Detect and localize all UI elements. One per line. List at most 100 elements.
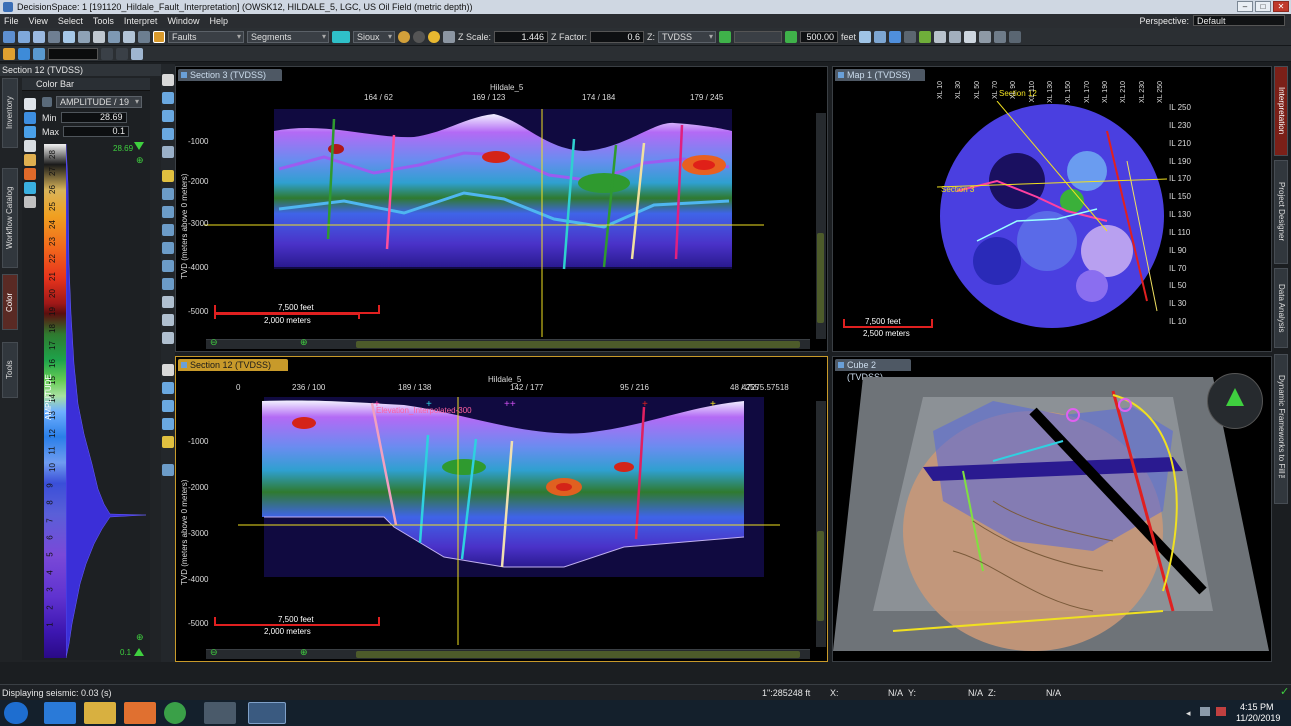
menu-file[interactable]: File — [4, 16, 19, 26]
paste-icon[interactable] — [949, 30, 962, 43]
section12-viewport[interactable]: Section 12 (TVDSS) Hildale_5 0 236 / 100… — [175, 356, 828, 662]
list-icon[interactable] — [138, 30, 150, 43]
camera-icon[interactable] — [108, 30, 120, 43]
flag-icon[interactable] — [904, 30, 917, 43]
pick-tool-2-icon[interactable] — [162, 436, 174, 448]
step-slider[interactable] — [734, 30, 783, 43]
layout-save-icon[interactable] — [994, 30, 1007, 43]
minimize-button[interactable]: – — [1237, 1, 1253, 12]
bars-icon[interactable] — [131, 47, 143, 60]
zoom-out-icon[interactable]: ⊖ — [210, 337, 218, 348]
faults-dropdown[interactable]: Faults — [168, 30, 244, 43]
perspective-select[interactable]: Default — [1193, 15, 1285, 26]
z-scale-field[interactable]: 1.446 — [494, 30, 549, 43]
stack-tool-icon[interactable] — [162, 296, 174, 308]
section3-viewport[interactable]: Section 3 (TVDSS) Hildale_5 164 / 62 169… — [175, 66, 828, 352]
tab-tools[interactable]: Tools — [2, 342, 18, 398]
menu-view[interactable]: View — [29, 16, 48, 26]
color-dropdown[interactable]: Sioux — [353, 30, 395, 43]
z-domain-dropdown[interactable]: TVDSS — [658, 30, 717, 43]
tab-map1[interactable]: Map 1 (TVDSS) — [835, 69, 925, 81]
grid-icon[interactable] — [93, 30, 105, 43]
chrome-icon[interactable] — [164, 702, 186, 724]
close-button[interactable]: ✕ — [1273, 1, 1289, 12]
section12-scrollbar[interactable] — [206, 649, 810, 659]
sun-icon[interactable] — [428, 30, 440, 43]
menu-interpret[interactable]: Interpret — [124, 16, 158, 26]
speaker-icon[interactable] — [1200, 707, 1210, 716]
snap-tool-icon[interactable] — [162, 242, 174, 254]
zoom-tool-icon[interactable] — [162, 110, 174, 122]
mail-icon[interactable] — [123, 30, 135, 43]
move-icon[interactable] — [24, 182, 36, 194]
open-icon[interactable] — [18, 30, 30, 43]
step-field[interactable]: 500.00 — [800, 30, 839, 43]
tab-dynamic-frameworks[interactable]: Dynamic Frameworks to Fill™ — [1274, 354, 1288, 504]
print-icon[interactable] — [48, 30, 60, 43]
fault-pick-icon[interactable] — [153, 30, 165, 43]
undo-icon[interactable] — [398, 30, 410, 43]
start-button-icon[interactable] — [4, 702, 28, 724]
menu-window[interactable]: Window — [167, 16, 199, 26]
clock-icon[interactable] — [24, 126, 36, 138]
bookmark-icon[interactable] — [889, 30, 902, 43]
settings-icon[interactable] — [3, 47, 15, 60]
scrollbar-thumb[interactable] — [356, 341, 800, 348]
fill-icon[interactable] — [24, 168, 36, 180]
network-icon[interactable] — [1216, 707, 1226, 716]
pan-tool-icon[interactable] — [162, 128, 174, 140]
select-tool-2-icon[interactable] — [162, 364, 174, 376]
window-icon[interactable] — [63, 30, 75, 43]
link-tool-icon[interactable] — [162, 278, 174, 290]
tool-icon[interactable] — [204, 702, 236, 724]
window-cascade-icon[interactable] — [979, 30, 992, 43]
tab-section3[interactable]: Section 3 (TVDSS) — [178, 69, 282, 81]
maximize-button[interactable]: □ — [1255, 1, 1271, 12]
step-back-icon[interactable] — [719, 30, 732, 43]
cube2-viewport[interactable]: Cube 2 (TVDSS) — [832, 356, 1272, 662]
zoom-in-icon[interactable]: ⊕ — [300, 647, 308, 658]
brush-icon[interactable] — [24, 154, 36, 166]
copy-icon[interactable] — [934, 30, 947, 43]
tab-interpretation[interactable]: Interpretation — [1274, 66, 1288, 156]
table-icon[interactable] — [33, 47, 45, 60]
cursor-icon[interactable] — [24, 196, 36, 208]
tile-icon[interactable] — [101, 47, 113, 60]
z-factor-field[interactable]: 0.6 — [590, 30, 645, 43]
connect-icon[interactable] — [18, 47, 30, 60]
vscroll-thumb[interactable] — [817, 233, 824, 323]
step-forward-icon[interactable] — [785, 30, 798, 43]
section12-canvas[interactable]: Elevation_Interpolated-300 + + ++ + + — [204, 397, 816, 645]
redo-icon[interactable] — [413, 30, 425, 43]
zoom-out-icon[interactable]: ⊖ — [210, 647, 218, 658]
zoom-fit-icon[interactable] — [874, 30, 887, 43]
zoom-in-icon[interactable]: ⊕ — [300, 337, 308, 348]
max-field[interactable]: 0.1 — [63, 126, 130, 137]
select-tool-icon[interactable] — [162, 74, 174, 86]
vscroll-thumb[interactable] — [817, 531, 824, 621]
arrow-tool-icon[interactable] — [162, 224, 174, 236]
decisionspace-taskbar-icon[interactable] — [248, 702, 286, 724]
section12-vscroll[interactable] — [816, 401, 826, 647]
search-field[interactable] — [48, 47, 98, 60]
palette-icon[interactable] — [24, 98, 36, 110]
tab-cube2[interactable]: Cube 2 (TVDSS) — [835, 359, 911, 382]
navigation-compass[interactable] — [1207, 373, 1263, 429]
pencil-tool-icon[interactable] — [162, 332, 174, 344]
tab-data-analysis[interactable]: Data Analysis — [1274, 268, 1288, 348]
menu-tools[interactable]: Tools — [93, 16, 114, 26]
tab-inventory[interactable]: Inventory — [2, 78, 18, 148]
new-project-icon[interactable] — [3, 30, 15, 43]
pick-tool-icon[interactable] — [162, 170, 174, 182]
file-explorer-icon[interactable] — [84, 702, 116, 724]
erase-tool-icon[interactable] — [162, 260, 174, 272]
fault-tool-2-icon[interactable] — [162, 464, 174, 476]
rotate-tool-icon[interactable] — [162, 92, 174, 104]
document-icon[interactable] — [24, 140, 36, 152]
tag-icon[interactable] — [919, 30, 932, 43]
segments-dropdown[interactable]: Segments — [247, 30, 329, 43]
measure-tool-icon[interactable] — [162, 146, 174, 158]
layout-load-icon[interactable] — [1009, 30, 1022, 43]
tab-workflow-catalog[interactable]: Workflow Catalog — [2, 168, 18, 268]
scrollbar-thumb[interactable] — [356, 651, 800, 658]
